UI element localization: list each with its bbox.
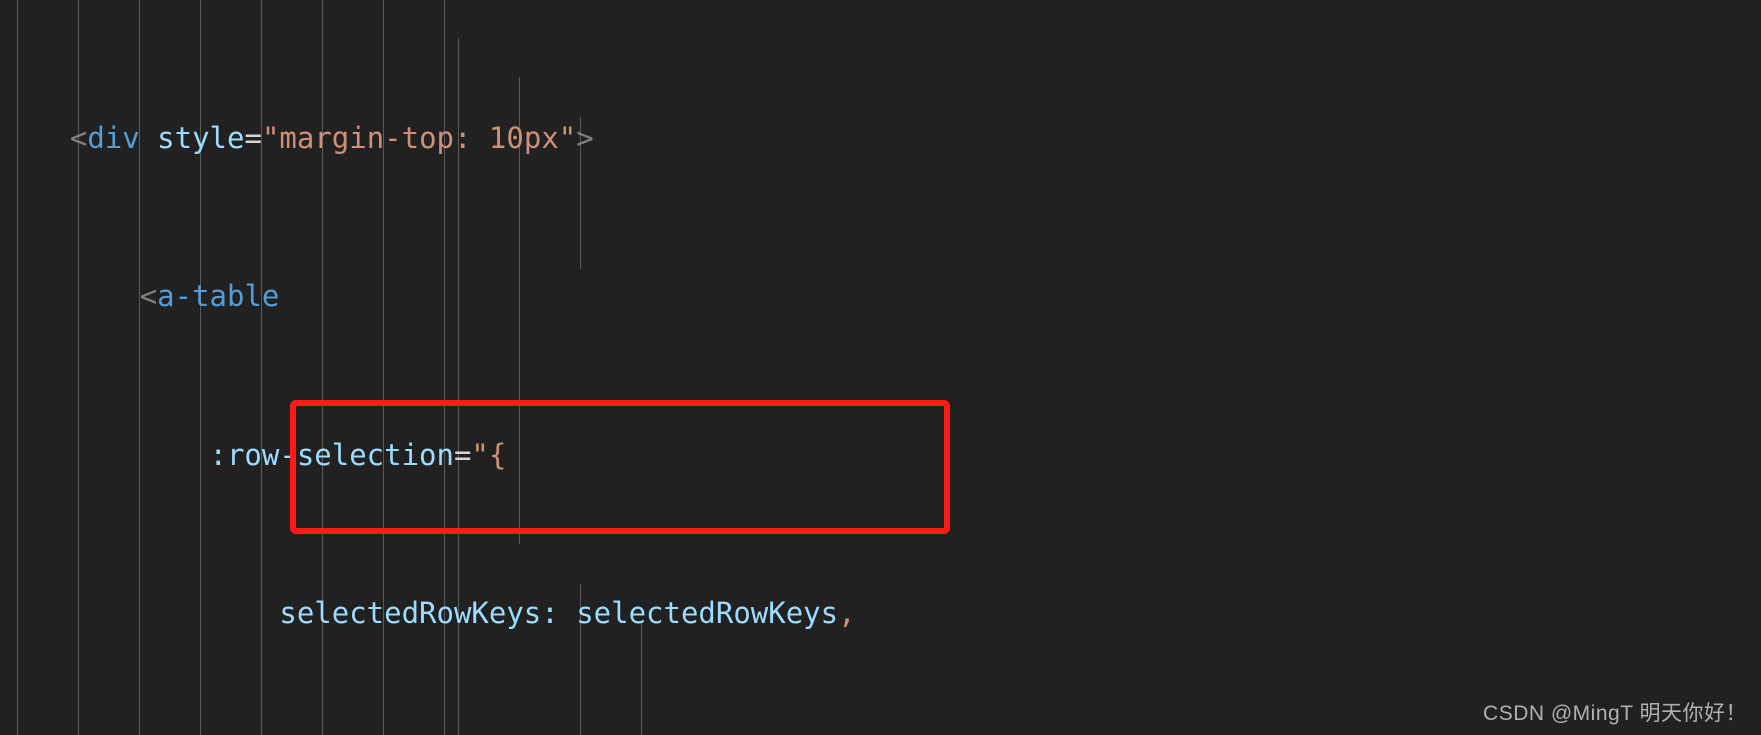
watermark-text: CSDN @MingT 明天你好！ <box>1483 702 1747 725</box>
comma: , <box>838 595 856 630</box>
code-line-selected-row-keys[interactable]: selectedRowKeys: selectedRowKeys, <box>0 594 1761 634</box>
code-line-row-selection[interactable]: :row-selection="{ <box>0 436 1761 476</box>
attribute-row-selection: :row-selection <box>209 437 454 472</box>
brace-open: { <box>488 437 507 472</box>
tag-name-div: div <box>87 120 140 155</box>
tag-name-a-table: a-table <box>157 279 280 314</box>
equals-sign: = <box>453 437 472 472</box>
angle-bracket-open: < <box>139 279 158 314</box>
object-value-selectedrowkeys: selectedRowKeys <box>576 595 839 630</box>
attribute-value-style: margin-top: 10px <box>279 120 559 155</box>
code-line-div-open[interactable]: <div style="margin-top: 10px"> <box>0 119 1761 159</box>
angle-bracket-open: < <box>69 120 88 155</box>
object-key-selectedrowkeys: selectedRowKeys: <box>279 595 559 630</box>
angle-bracket-close: > <box>576 120 594 155</box>
quote-open: " <box>261 120 280 155</box>
quote-close: " <box>558 120 577 155</box>
code-line-a-table-open[interactable]: <a-table <box>0 277 1761 317</box>
quote-open: " <box>471 437 489 472</box>
attribute-style: style <box>157 120 245 155</box>
equals-sign: = <box>244 120 262 155</box>
code-block[interactable]: <div style="margin-top: 10px"> <a-table … <box>0 0 1761 735</box>
code-editor-screenshot: <div style="margin-top: 10px"> <a-table … <box>0 0 1761 735</box>
